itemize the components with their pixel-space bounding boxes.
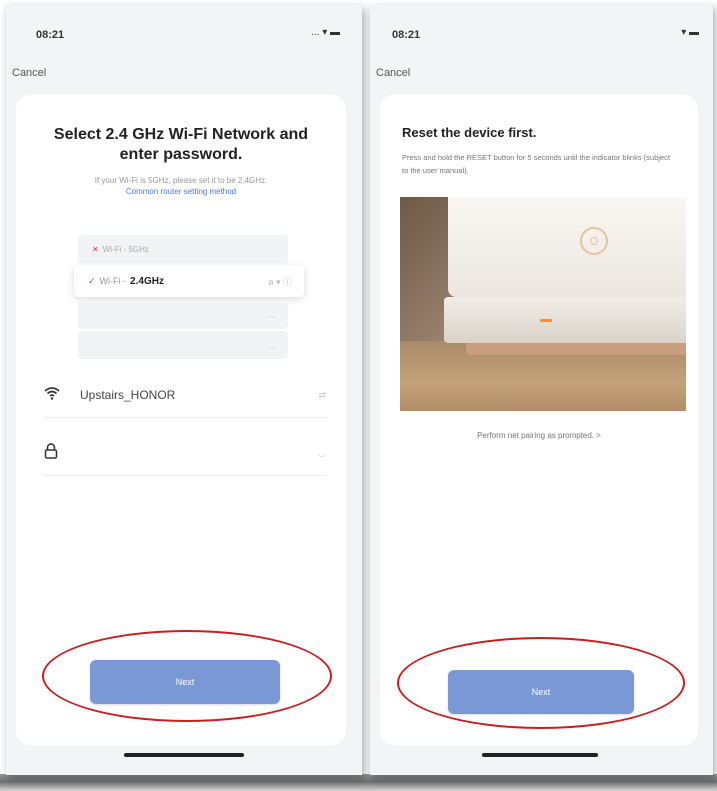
network-band: 2.4GHz [130,275,164,287]
hint-5ghz: If your Wi-Fi is 5GHz, please set it to … [94,176,268,185]
show-password-icon[interactable]: ◡ [318,448,326,459]
reset-card: Reset the device first. Press and hold t… [380,95,698,745]
router-setting-link[interactable]: Common router setting method [126,187,236,196]
password-field[interactable]: ◡ [44,431,326,476]
page-shadow [0,774,717,791]
cross-icon: ✕ [92,244,99,254]
status-icons: ▾ ▬ [681,27,699,38]
cancel-button[interactable]: Cancel [376,67,410,79]
network-status-icons: a ▾ ⓘ [268,276,292,287]
network-row-2-4ghz: ✓ Wi-Fi - 2.4GHz a ▾ ⓘ [74,265,304,297]
device-photo [400,197,686,411]
wifi-illustration: ✕ Wi-Fi - 5GHz ✓ Wi-Fi - 2.4GHz a ▾ ⓘ ..… [74,235,304,365]
check-icon: ✓ [88,275,96,286]
next-button[interactable]: Next [448,670,634,714]
network-row-blank-1: ... [78,301,288,329]
network-row-blank-2: ... [78,331,288,359]
network-name: Wi-Fi - 5GHz [102,244,149,254]
wifi-card: Select 2.4 GHz Wi-Fi Network and enter p… [16,95,346,745]
pairing-prompt-link[interactable]: Perform net pairing as prompted. > [400,431,678,440]
reset-instructions: Press and hold the RESET button for 5 se… [402,153,670,175]
page-title: Select 2.4 GHz Wi-Fi Network and enter p… [53,126,309,163]
screen-reset-device: 08:21 ▾ ▬ Cancel Reset the device first.… [370,5,713,775]
page-title: Reset the device first. [402,125,537,140]
home-indicator [124,753,244,757]
home-indicator [482,753,598,757]
status-time: 08:21 [392,29,421,41]
cancel-button[interactable]: Cancel [12,67,46,79]
wifi-name-field[interactable]: Upstairs_HONOR ⇄ [44,373,326,418]
status-icons: ... ▾ ▬ [311,27,340,38]
wifi-icon [44,386,68,405]
status-time: 08:21 [36,29,65,41]
screen-select-wifi: 08:21 ... ▾ ▬ Cancel Select 2.4 GHz Wi-F… [6,5,362,775]
device-body [448,197,686,297]
network-status-icons: ... [268,340,276,350]
power-button-icon [580,227,608,255]
lock-icon [44,442,68,464]
network-name: Wi-Fi - [99,276,127,286]
switch-network-icon[interactable]: ⇄ [318,390,326,401]
next-button[interactable]: Next [90,660,280,704]
wifi-name-value: Upstairs_HONOR [80,388,176,402]
network-row-5ghz: ✕ Wi-Fi - 5GHz [78,235,288,263]
device-base [444,297,686,343]
hint-text: If your Wi-Fi is 5GHz, please set it to … [36,175,326,197]
indicator-light [540,319,552,322]
device-stand [466,343,686,355]
network-status-icons: ... [268,310,276,320]
